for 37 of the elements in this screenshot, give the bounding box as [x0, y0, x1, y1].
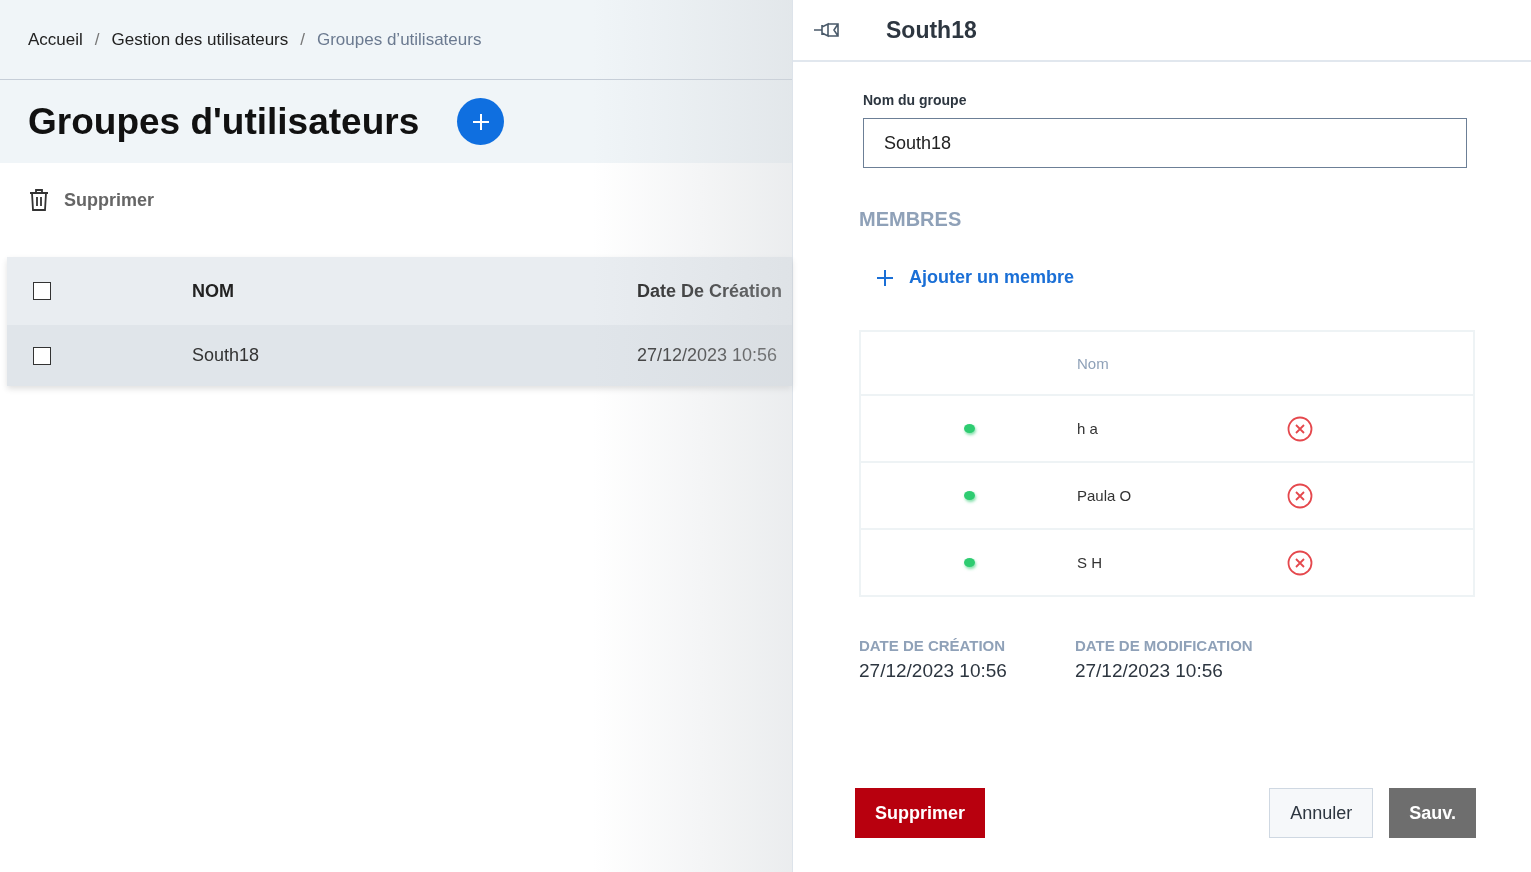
table-cell: 27/12/2023 10:56: [637, 345, 778, 366]
remove-button[interactable]: [1287, 415, 1313, 442]
date-value: 27/12/2023 10:56: [859, 660, 1007, 682]
column-header: NOM: [192, 280, 234, 302]
column-header: Date De Création: [637, 280, 783, 302]
plus-icon: [470, 111, 491, 132]
breadcrumb-link[interactable]: Gestion des utilisateurs: [111, 29, 289, 50]
remove-button[interactable]: [1287, 549, 1313, 576]
add-member-link[interactable]: Ajouter un membre: [875, 267, 1471, 288]
breadcrumb-link[interactable]: Groupes d’utilisateurs: [317, 29, 482, 50]
date-label: DATE DE CRÉATION: [859, 637, 1007, 654]
add-button[interactable]: [457, 98, 505, 145]
delete-button[interactable]: Supprimer: [28, 188, 155, 212]
pin-icon: [813, 20, 841, 40]
date-label: DATE DE MODIFICATION: [1074, 637, 1253, 654]
panel-title: South18: [886, 16, 977, 44]
trash-icon: [28, 188, 50, 212]
remove-button[interactable]: [1287, 482, 1313, 509]
breadcrumb-link[interactable]: Accueil: [28, 29, 83, 50]
plus-icon: [875, 267, 895, 288]
breadcrumb-separator: /: [300, 29, 305, 50]
group-name-field[interactable]: South18: [863, 118, 1467, 168]
table-cell: South18: [192, 345, 260, 366]
member-name: S H: [1077, 554, 1103, 571]
column-header: Nom: [1077, 354, 1110, 372]
section-heading: MEMBRES: [859, 208, 963, 231]
save-button[interactable]: Sauv.: [1389, 788, 1476, 838]
checkbox[interactable]: [33, 282, 51, 300]
field-label: Nom du groupe: [863, 92, 968, 108]
cancel-button[interactable]: Annuler: [1269, 788, 1374, 838]
page-title: Groupes d'utilisateurs: [28, 100, 420, 143]
breadcrumb-separator: /: [94, 29, 100, 50]
member-name: h a: [1077, 420, 1099, 437]
delete-button[interactable]: Supprimer: [855, 788, 986, 838]
member-name: Paula O: [1077, 487, 1133, 504]
date-value: 27/12/2023 10:56: [1074, 660, 1224, 682]
checkbox[interactable]: [33, 346, 51, 365]
